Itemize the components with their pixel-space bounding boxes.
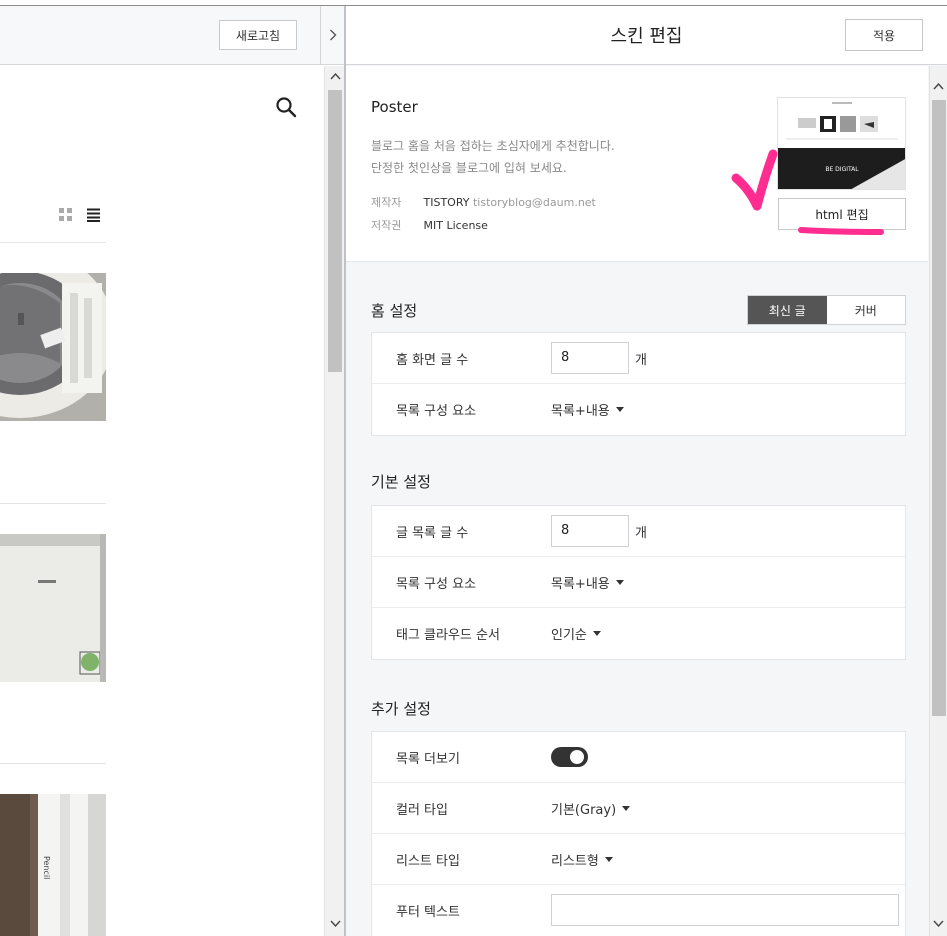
settings-row: 리스트 타입 리스트형 — [372, 834, 905, 885]
scroll-down-icon[interactable] — [932, 917, 945, 930]
blog-preview: Pencil — [0, 66, 324, 936]
list-view-icon[interactable] — [86, 207, 101, 222]
license-value: MIT License — [423, 219, 488, 232]
dropdown-value: 인기순 — [551, 628, 587, 643]
list-components-dropdown[interactable]: 목록+내용 — [551, 573, 624, 592]
dropdown-value: 목록+내용 — [551, 577, 610, 592]
scroll-thumb[interactable] — [932, 100, 946, 716]
extra-settings-card: 목록 더보기 컬러 타입 기본(Gray) 리스트 타입 리스트형 푸터 텍스트 — [371, 731, 906, 936]
post-thumbnail[interactable]: Pencil — [0, 794, 106, 936]
dropdown-value: 목록+내용 — [551, 404, 610, 419]
home-settings-card: 홈 화면 글 수 8 개 목록 구성 요소 목록+내용 — [371, 332, 906, 436]
settings-row: 목록 구성 요소 목록+내용 — [372, 557, 905, 608]
post-thumbnail[interactable] — [0, 534, 106, 682]
author-email: tistoryblog@daum.net — [472, 196, 596, 209]
row-label: 글 목록 글 수 — [396, 526, 469, 541]
settings-row: 홈 화면 글 수 8 개 — [372, 333, 905, 384]
caret-down-icon — [604, 857, 613, 862]
tag-cloud-order-dropdown[interactable]: 인기순 — [551, 624, 601, 643]
home-settings-tabs: 최신 글 커버 — [747, 295, 906, 325]
list-post-count-input[interactable]: 8 — [551, 515, 629, 547]
row-label: 리스트 타입 — [396, 854, 460, 869]
skin-description: 블로그 홈을 처음 접하는 초심자에게 추천합니다. 단정한 첫인상을 블로그에… — [371, 135, 731, 179]
caret-down-icon — [622, 806, 631, 811]
settings-row: 목록 더보기 — [372, 732, 905, 783]
skin-editor-pane: 스킨 편집 적용 Poster 블로그 홈을 처음 접하는 초심자에게 추천합니… — [346, 6, 947, 936]
editor-scrollbar[interactable] — [929, 66, 947, 936]
tab-latest-posts[interactable]: 최신 글 — [748, 296, 827, 324]
scroll-down-icon[interactable] — [329, 917, 342, 930]
skin-description-line: 블로그 홈을 처음 접하는 초심자에게 추천합니다. — [371, 139, 615, 153]
color-type-dropdown[interactable]: 기본(Gray) — [551, 799, 631, 818]
dropdown-value: 리스트형 — [551, 854, 599, 869]
skin-info-panel: Poster 블로그 홈을 처음 접하는 초심자에게 추천합니다. 단정한 첫인… — [346, 66, 928, 262]
scroll-thumb[interactable] — [328, 90, 342, 372]
basic-settings-card: 글 목록 글 수 8 개 목록 구성 요소 목록+내용 태그 클라우드 순서 인… — [371, 505, 906, 660]
skin-author: 제작자 TISTORY tistoryblog@daum.net — [371, 194, 596, 210]
divider — [0, 242, 106, 243]
list-type-dropdown[interactable]: 리스트형 — [551, 850, 613, 869]
refresh-button[interactable]: 새로고침 — [219, 20, 297, 50]
home-list-components-dropdown[interactable]: 목록+내용 — [551, 400, 624, 419]
author-name: TISTORY — [423, 196, 470, 209]
tab-cover[interactable]: 커버 — [826, 296, 905, 324]
chevron-right-icon — [330, 29, 337, 41]
post-thumbnail[interactable] — [0, 273, 106, 421]
row-label: 태그 클라우드 순서 — [396, 628, 500, 643]
extra-settings-title: 추가 설정 — [371, 700, 431, 718]
caret-down-icon — [615, 407, 624, 412]
row-label: 푸터 텍스트 — [396, 905, 460, 920]
unit-label: 개 — [635, 353, 647, 368]
caret-down-icon — [592, 631, 601, 636]
scroll-up-icon[interactable] — [329, 70, 342, 83]
row-label: 목록 구성 요소 — [396, 577, 477, 592]
divider — [0, 763, 106, 764]
toggle-knob — [570, 750, 584, 764]
settings-row: 푸터 텍스트 — [372, 885, 905, 936]
license-key: 저작권 — [371, 219, 402, 232]
skin-thumbnail: BE DIGITAL — [777, 97, 906, 190]
preview-pane: 새로고침 Pencil — [0, 0, 345, 936]
collapse-panel-button[interactable] — [320, 6, 345, 65]
svg-text:Pencil: Pencil — [42, 856, 51, 879]
row-label: 목록 더보기 — [396, 752, 460, 767]
preview-toolbar: 새로고침 — [0, 6, 320, 65]
preview-scrollbar[interactable] — [324, 66, 345, 936]
thumbnail-text: BE DIGITAL — [825, 166, 859, 173]
settings-row: 목록 구성 요소 목록+내용 — [372, 384, 905, 435]
more-list-toggle[interactable] — [551, 747, 588, 767]
dropdown-value: 기본(Gray) — [551, 803, 617, 818]
skin-description-line: 단정한 첫인상을 블로그에 입혀 보세요. — [371, 161, 567, 175]
html-edit-button[interactable]: html 편집 — [778, 198, 906, 230]
author-key: 제작자 — [371, 196, 402, 209]
editor-header: 스킨 편집 적용 — [346, 6, 947, 65]
apply-button[interactable]: 적용 — [845, 19, 923, 51]
footer-text-input[interactable] — [551, 894, 899, 926]
caret-down-icon — [615, 580, 624, 585]
row-label: 홈 화면 글 수 — [396, 353, 469, 368]
skin-name: Poster — [371, 98, 418, 116]
home-post-count-input[interactable]: 8 — [551, 342, 629, 374]
row-label: 컬러 타입 — [396, 803, 448, 818]
settings-row: 글 목록 글 수 8 개 — [372, 506, 905, 557]
row-label: 목록 구성 요소 — [396, 404, 477, 419]
unit-label: 개 — [635, 526, 647, 541]
home-settings-title: 홈 설정 — [371, 302, 418, 320]
basic-settings-title: 기본 설정 — [371, 473, 431, 491]
search-icon[interactable] — [275, 96, 297, 118]
settings-row: 태그 클라우드 순서 인기순 — [372, 608, 905, 659]
skin-license: 저작권 MIT License — [371, 217, 488, 233]
divider — [0, 503, 106, 504]
settings-row: 컬러 타입 기본(Gray) — [372, 783, 905, 834]
scroll-up-icon[interactable] — [932, 80, 945, 93]
grid-view-icon[interactable] — [58, 207, 73, 222]
